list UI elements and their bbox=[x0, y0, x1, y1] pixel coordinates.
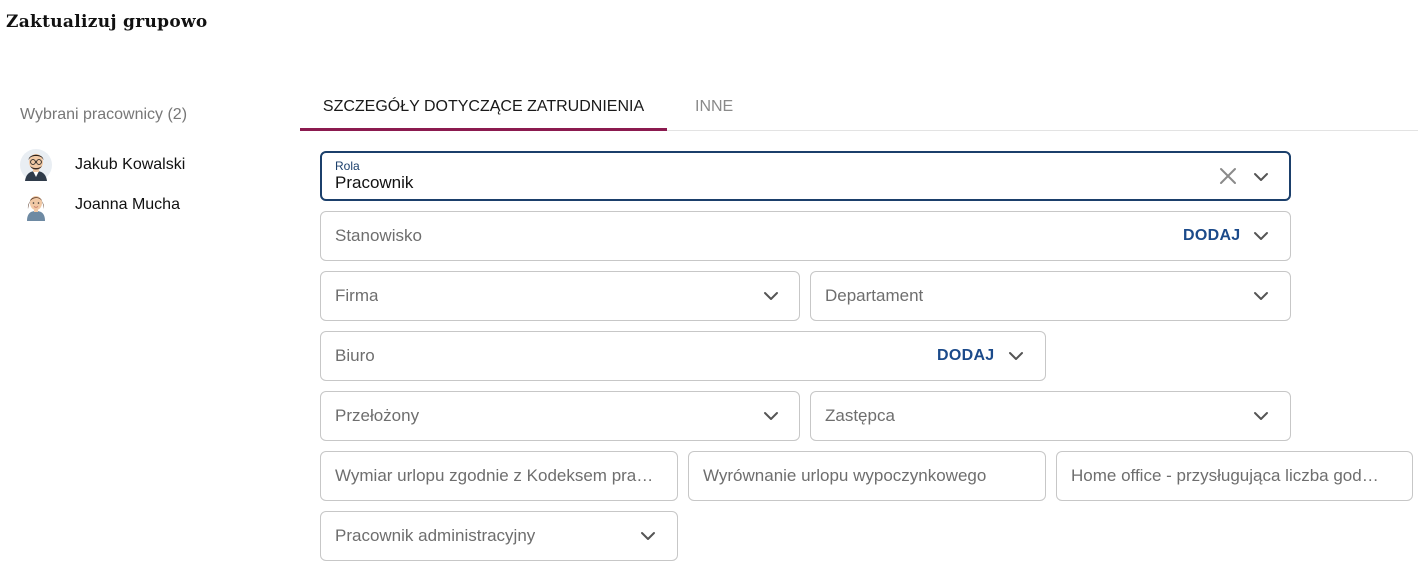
company-placeholder: Firma bbox=[335, 286, 379, 305]
deputy-select[interactable]: Zastępca bbox=[810, 391, 1291, 441]
tab-employment-details[interactable]: SZCZEGÓŁY DOTYCZĄCE ZATRUDNIENIA bbox=[300, 84, 667, 131]
home-office-placeholder: Home office - przysługująca liczba god… bbox=[1071, 466, 1379, 485]
office-select[interactable]: Biuro DODAJ bbox=[320, 331, 1046, 381]
role-label: Rola bbox=[335, 159, 360, 173]
chevron-down-icon[interactable] bbox=[1007, 347, 1025, 365]
female-avatar-icon bbox=[20, 189, 52, 221]
deputy-placeholder: Zastępca bbox=[825, 406, 895, 425]
role-select[interactable]: Rola Pracownik bbox=[320, 151, 1291, 201]
admin-employee-select[interactable]: Pracownik administracyjny bbox=[320, 511, 678, 561]
employee-item: Joanna Mucha bbox=[20, 188, 180, 222]
add-position-button[interactable]: DODAJ bbox=[1183, 212, 1241, 260]
add-office-button[interactable]: DODAJ bbox=[937, 332, 995, 380]
supervisor-select[interactable]: Przełożony bbox=[320, 391, 800, 441]
chevron-down-icon[interactable] bbox=[1252, 407, 1270, 425]
chevron-down-icon[interactable] bbox=[1252, 287, 1270, 305]
chevron-down-icon[interactable] bbox=[639, 527, 657, 545]
role-value: Pracownik bbox=[335, 173, 414, 192]
admin-employee-placeholder: Pracownik administracyjny bbox=[335, 526, 536, 545]
leave-adjustment-input[interactable]: Wyrównanie urlopu wypoczynkowego bbox=[688, 451, 1046, 501]
leave-entitlement-placeholder: Wymiar urlopu zgodnie z Kodeksem pra… bbox=[335, 466, 654, 485]
office-placeholder: Biuro bbox=[335, 346, 375, 365]
chevron-down-icon[interactable] bbox=[762, 287, 780, 305]
page-title: Zaktualizuj grupowo bbox=[6, 12, 208, 32]
company-select[interactable]: Firma bbox=[320, 271, 800, 321]
selected-employees-header: Wybrani pracownicy (2) bbox=[20, 106, 188, 123]
tab-bar: SZCZEGÓŁY DOTYCZĄCE ZATRUDNIENIA INNE bbox=[300, 84, 1418, 131]
department-placeholder: Departament bbox=[825, 286, 924, 305]
position-select[interactable]: Stanowisko DODAJ bbox=[320, 211, 1291, 261]
leave-adjustment-placeholder: Wyrównanie urlopu wypoczynkowego bbox=[703, 466, 987, 485]
employee-item: Jakub Kowalski bbox=[20, 148, 185, 182]
chevron-down-icon[interactable] bbox=[762, 407, 780, 425]
employee-name: Joanna Mucha bbox=[75, 196, 180, 213]
chevron-down-icon[interactable] bbox=[1252, 168, 1270, 186]
position-placeholder: Stanowisko bbox=[335, 226, 422, 245]
supervisor-placeholder: Przełożony bbox=[335, 406, 420, 425]
close-icon[interactable] bbox=[1218, 166, 1238, 186]
home-office-hours-input[interactable]: Home office - przysługująca liczba god… bbox=[1056, 451, 1413, 501]
chevron-down-icon[interactable] bbox=[1252, 227, 1270, 245]
tab-other[interactable]: INNE bbox=[695, 84, 733, 130]
male-avatar-icon bbox=[20, 149, 52, 181]
employee-name: Jakub Kowalski bbox=[75, 156, 186, 173]
department-select[interactable]: Departament bbox=[810, 271, 1291, 321]
leave-entitlement-input[interactable]: Wymiar urlopu zgodnie z Kodeksem pra… bbox=[320, 451, 678, 501]
